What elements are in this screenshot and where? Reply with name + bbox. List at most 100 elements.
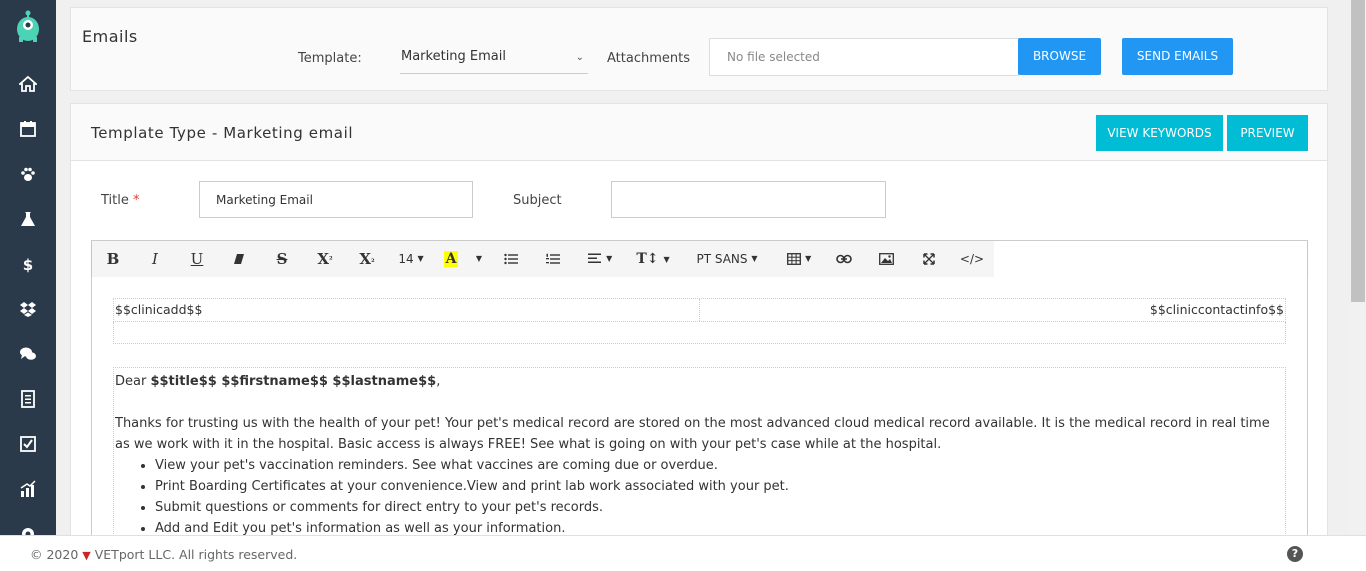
unordered-list-button[interactable] bbox=[490, 241, 532, 277]
font-color-button[interactable]: A bbox=[434, 241, 468, 277]
subscript-letter: X bbox=[359, 249, 372, 268]
italic-button[interactable]: I bbox=[134, 241, 176, 277]
subject-input[interactable] bbox=[611, 181, 886, 218]
sidebar: $ bbox=[0, 0, 56, 571]
code-view-button[interactable]: </> bbox=[950, 241, 994, 277]
dollar-icon: $ bbox=[23, 256, 33, 273]
editor-toolbar: B I U S X² X₂ 14 ▼ A ▼ ▼ T↕ ▼ PT SANS ▼ … bbox=[92, 240, 1307, 277]
greeting-prefix: Dear bbox=[115, 374, 147, 389]
list-item: Submit questions or comments for direct … bbox=[155, 497, 1284, 518]
align-dropdown[interactable]: ▼ bbox=[574, 241, 626, 277]
nav-documents[interactable] bbox=[0, 376, 56, 421]
rich-text-editor: B I U S X² X₂ 14 ▼ A ▼ ▼ T↕ ▼ PT SANS ▼ … bbox=[91, 240, 1308, 535]
nav-home[interactable] bbox=[0, 61, 56, 106]
template-panel: Template Type - Marketing email VIEW KEY… bbox=[70, 103, 1328, 535]
nav-reports[interactable] bbox=[0, 466, 56, 511]
help-icon[interactable]: ? bbox=[1287, 546, 1303, 562]
scrollbar-thumb[interactable] bbox=[1351, 0, 1365, 302]
bold-button[interactable]: B bbox=[92, 241, 134, 277]
ordered-list-button[interactable] bbox=[532, 241, 574, 277]
image-icon bbox=[878, 252, 894, 265]
send-emails-button[interactable]: SEND EMAILS bbox=[1122, 38, 1233, 75]
fullscreen-button[interactable] bbox=[908, 241, 950, 277]
image-button[interactable] bbox=[864, 241, 908, 277]
editor-content[interactable]: $$clinicadd$$ $$cliniccontactinfo$$ Dear… bbox=[92, 277, 1307, 535]
nav-lab[interactable] bbox=[0, 196, 56, 241]
template-label: Template: bbox=[298, 51, 362, 66]
eraser-button[interactable] bbox=[218, 241, 260, 277]
font-size-dropdown[interactable]: 14 ▼ bbox=[388, 241, 434, 277]
template-select[interactable]: Marketing Email ⌄ bbox=[400, 44, 588, 74]
font-size-value: 14 bbox=[398, 251, 414, 266]
template-type-title: Template Type - Marketing email bbox=[91, 124, 354, 142]
template-panel-header: Template Type - Marketing email VIEW KEY… bbox=[71, 104, 1327, 161]
greeting-line: Dear $$title$$ $$firstname$$ $$lastname$… bbox=[115, 371, 1284, 392]
table-icon bbox=[786, 252, 801, 265]
subscript-mark: ₂ bbox=[371, 253, 375, 264]
header-table-row: $$clinicadd$$ $$cliniccontactinfo$$ bbox=[113, 298, 1286, 322]
home-icon bbox=[19, 75, 37, 92]
chevron-down-icon: ⌄ bbox=[575, 52, 584, 63]
empty-table-row bbox=[113, 322, 1286, 344]
list-item: View your pet's vaccination reminders. S… bbox=[155, 455, 1284, 476]
list-item: Print Boarding Certificates at your conv… bbox=[155, 476, 1284, 497]
emails-panel: Emails Template: Marketing Email ⌄ Attac… bbox=[70, 7, 1328, 91]
strikethrough-button[interactable]: S bbox=[260, 241, 304, 277]
copyright-prefix: © 2020 bbox=[30, 547, 79, 562]
calendar-icon bbox=[20, 120, 36, 137]
nav-billing[interactable]: $ bbox=[0, 241, 56, 286]
title-label-text: Title bbox=[101, 193, 129, 208]
caret-down-icon: ▼ bbox=[751, 254, 758, 263]
view-keywords-button[interactable]: VIEW KEYWORDS bbox=[1096, 115, 1223, 151]
main-content: Emails Template: Marketing Email ⌄ Attac… bbox=[56, 0, 1350, 535]
eraser-icon bbox=[234, 253, 244, 264]
dropbox-icon bbox=[20, 301, 36, 317]
clinic-contact-cell: $$cliniccontactinfo$$ bbox=[1149, 302, 1284, 317]
line-height-dropdown[interactable]: T↕ ▼ bbox=[626, 241, 680, 277]
clinic-address-cell: $$clinicadd$$ bbox=[114, 299, 700, 321]
attachment-file-input[interactable]: No file selected bbox=[709, 38, 1019, 76]
title-label: Title * bbox=[101, 193, 140, 208]
chat-icon bbox=[20, 347, 36, 360]
copyright-text: © 2020 ▼ VETport LLC. All rights reserve… bbox=[30, 547, 297, 562]
underline-button[interactable]: U bbox=[176, 241, 218, 277]
toolbar-spacer bbox=[994, 240, 1307, 277]
link-button[interactable] bbox=[824, 241, 864, 277]
browse-button[interactable]: BROWSE bbox=[1018, 38, 1101, 75]
paw-icon bbox=[21, 167, 35, 181]
line-height-label: T↕ bbox=[636, 250, 659, 267]
expand-icon bbox=[923, 252, 935, 265]
superscript-button[interactable]: X² bbox=[304, 241, 346, 277]
template-select-value: Marketing Email bbox=[401, 49, 506, 64]
caret-down-icon: ▼ bbox=[805, 254, 812, 263]
toolbar-group: B I U S X² X₂ 14 ▼ A ▼ ▼ T↕ ▼ PT SANS ▼ … bbox=[92, 240, 994, 277]
checkbox-icon bbox=[20, 435, 36, 452]
app-logo[interactable] bbox=[0, 0, 56, 52]
subscript-button[interactable]: X₂ bbox=[346, 241, 388, 277]
intro-paragraph: Thanks for trusting us with the health o… bbox=[115, 416, 1270, 452]
font-color-dropdown[interactable]: ▼ bbox=[468, 241, 490, 277]
page-scrollbar[interactable] bbox=[1350, 0, 1366, 535]
nav-patients[interactable] bbox=[0, 151, 56, 196]
font-family-dropdown[interactable]: PT SANS ▼ bbox=[680, 241, 774, 277]
table-dropdown[interactable]: ▼ bbox=[774, 241, 824, 277]
flask-icon bbox=[21, 211, 35, 226]
required-mark: * bbox=[133, 193, 140, 208]
nav-messages[interactable] bbox=[0, 331, 56, 376]
nav-tasks[interactable] bbox=[0, 421, 56, 466]
nav-calendar[interactable] bbox=[0, 106, 56, 151]
caret-down-icon: ▼ bbox=[417, 254, 424, 263]
list-item: Add and Edit you pet's information as we… bbox=[155, 518, 1284, 535]
vetport-logo-icon: ▼ bbox=[82, 549, 91, 562]
feature-list: View your pet's vaccination reminders. S… bbox=[155, 455, 1284, 535]
align-left-icon bbox=[587, 253, 601, 263]
attachments-label: Attachments bbox=[607, 51, 690, 66]
superscript-letter: X bbox=[317, 249, 330, 268]
nav-dropbox[interactable] bbox=[0, 286, 56, 331]
document-icon bbox=[21, 389, 35, 408]
preview-button[interactable]: PREVIEW bbox=[1227, 115, 1308, 151]
greeting-variables: $$title$$ $$firstname$$ $$lastname$$ bbox=[150, 374, 437, 389]
font-color-letter: A bbox=[443, 250, 459, 267]
title-input[interactable]: Marketing Email bbox=[199, 181, 473, 218]
